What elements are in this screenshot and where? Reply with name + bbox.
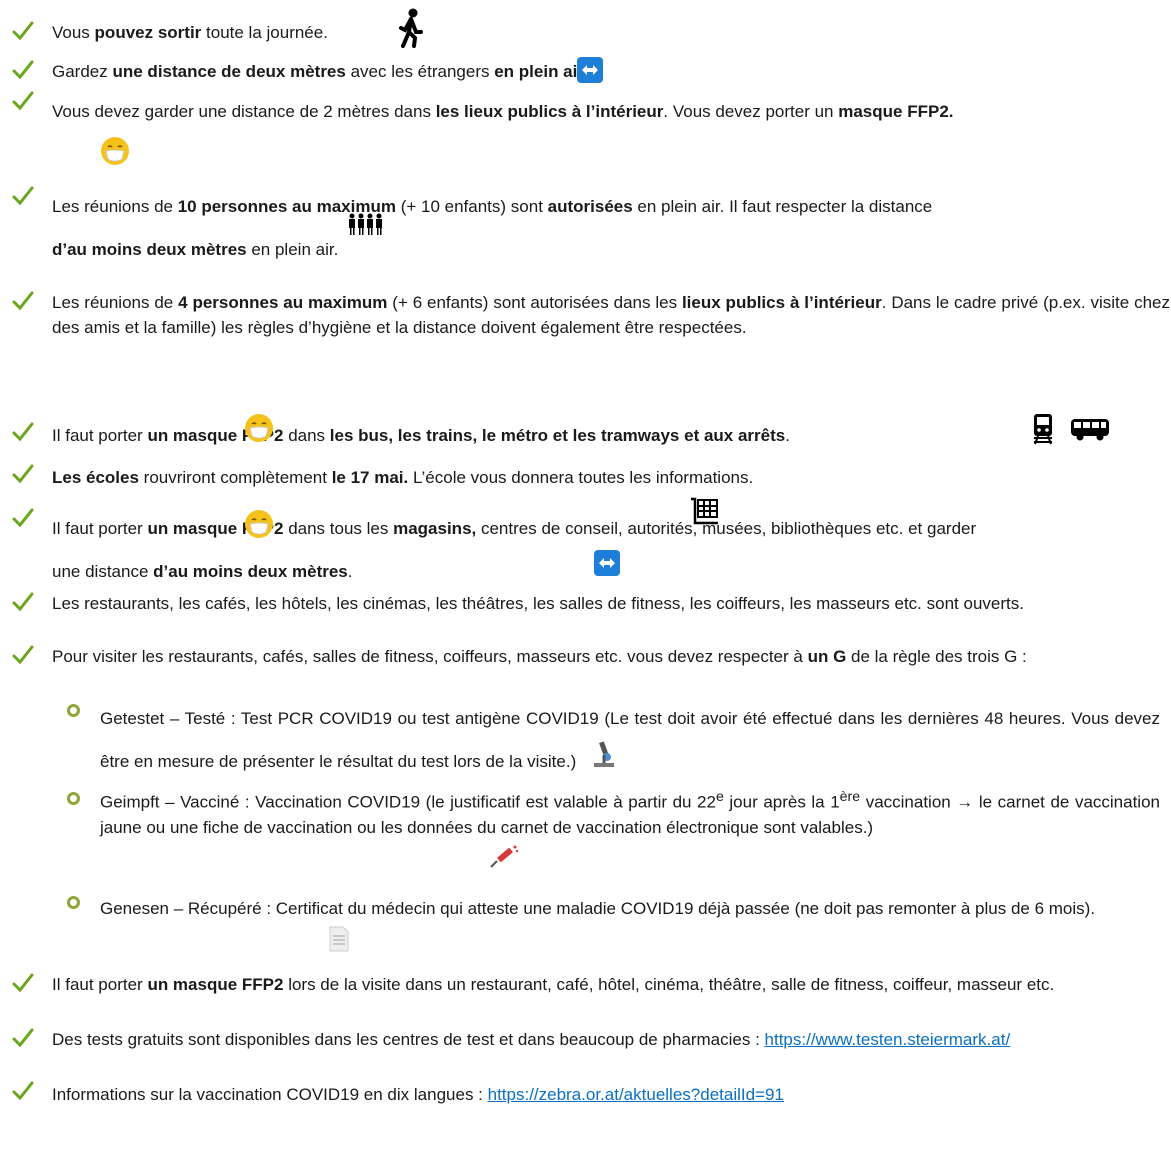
group-of-people-icon	[349, 213, 382, 235]
text-run: Informations sur la vaccination COVID19 …	[52, 1085, 488, 1104]
text-run: L’école vous donnera toutes les informat…	[408, 468, 754, 487]
text-run: dans tous les	[283, 519, 394, 538]
item-text: Genesen – Récupéré : Certificat du médec…	[100, 889, 1160, 929]
text-run: Gardez	[52, 62, 113, 81]
text-run: (+ 10 enfants) sont	[395, 197, 548, 216]
text-run: Il faut porter	[52, 519, 148, 538]
item-text: Pour visiter les restaurants, cafés, sal…	[52, 644, 1170, 669]
bold-text: les bus, les trains, le métro et les tra…	[329, 426, 786, 445]
walking-person-icon	[399, 8, 423, 48]
text-run: en plein air. Il faut respecter la dista…	[632, 197, 933, 216]
item-text: Vous devez garder une distance de 2 mètr…	[52, 90, 1171, 133]
check-icon	[12, 463, 34, 485]
bold-text: magasins,	[393, 519, 477, 538]
check-icon	[12, 20, 34, 42]
link[interactable]: https://zebra.or.at/aktuelles?detailId=9…	[488, 1085, 784, 1104]
check-icon	[12, 591, 34, 613]
text-run: Les réunions de	[52, 293, 179, 312]
item-text: Des tests gratuits sont disponibles dans…	[52, 1027, 1170, 1052]
bold-text: en plein air	[494, 62, 584, 81]
text-run: Pour visiter les restaurants, cafés, sal…	[52, 647, 808, 666]
check-icon	[12, 90, 34, 112]
circle-bullet-icon	[67, 704, 80, 717]
document-page: Vous pouvez sortir toute la journée. Gar…	[0, 0, 1171, 1155]
train-icon	[1034, 414, 1052, 445]
mask-face-icon	[100, 136, 130, 166]
bold-text: autorisées	[547, 197, 633, 216]
bold-text: une distance de deux mètres	[112, 62, 346, 81]
text-run: Genesen – Récupéré : Certificat du médec…	[100, 899, 1096, 918]
text-run: Getestet – Testé : Test PCR COVID19 ou t…	[100, 709, 1160, 771]
item-text: Les réunions de 10 personnes au maximum …	[52, 185, 952, 271]
document-icon	[329, 926, 349, 952]
bold-text: 4 personnes au maximum	[178, 293, 388, 312]
item-text: Vous pouvez sortir toute la journée.	[52, 20, 1162, 45]
superscript: e	[715, 789, 724, 805]
bold-text: un G	[807, 647, 847, 666]
check-icon	[12, 59, 34, 81]
text-run: Il faut porter	[52, 975, 148, 994]
bold-text: lieux publics à l’intérieur	[681, 293, 882, 312]
check-icon	[12, 1027, 34, 1049]
check-icon	[12, 1080, 34, 1102]
check-icon	[12, 185, 34, 207]
bold-text: les lieux publics à l’intérieur	[435, 102, 664, 121]
mask-face-icon	[244, 413, 274, 443]
item-text: Getestet – Testé : Test PCR COVID19 ou t…	[100, 697, 1160, 783]
syringe-icon	[490, 845, 519, 868]
text-run: avec les étrangers	[345, 62, 495, 81]
check-icon	[12, 507, 34, 529]
superscript: ère	[839, 789, 861, 805]
text-run: lors de la visite dans un restaurant, ca…	[283, 975, 1055, 994]
text-run: Les restaurants, les cafés, les hôtels, …	[52, 594, 1024, 613]
bold-text: le 17 mai.	[331, 468, 409, 487]
circle-bullet-icon	[67, 792, 80, 805]
text-run: rouvriront complètement	[138, 468, 332, 487]
item-text: Informations sur la vaccination COVID19 …	[52, 1082, 1162, 1107]
text-run: Vous	[52, 23, 95, 42]
bold-text: d’au moins deux mètres	[153, 562, 348, 581]
bold-text: un masque FFP2	[147, 975, 284, 994]
text-run: .	[347, 562, 353, 581]
distance-arrows-icon	[577, 57, 603, 83]
shopping-cart-icon	[691, 497, 718, 525]
check-icon	[12, 290, 34, 312]
circle-bullet-icon	[67, 896, 80, 909]
distance-arrows-icon	[594, 550, 620, 576]
bold-text: masque FFP2.	[838, 102, 954, 121]
text-run: Geimpft – Vacciné : Vaccination COVID19 …	[100, 792, 716, 812]
mask-face-icon	[244, 509, 274, 539]
item-text: Les restaurants, les cafés, les hôtels, …	[52, 591, 1170, 616]
item-text: Il faut porter un masque FFP2 dans les b…	[52, 423, 1162, 448]
item-text: Les réunions de 4 personnes au maximum (…	[52, 290, 1170, 340]
item-text: Geimpft – Vacciné : Vaccination COVID19 …	[100, 785, 1160, 840]
text-run: (+ 6 enfants) sont autorisées dans les	[387, 293, 682, 312]
text-run: .	[785, 426, 790, 445]
check-icon	[12, 644, 34, 666]
item-text: Il faut porter un masque FFP2 dans tous …	[52, 507, 1002, 593]
text-run: dans	[283, 426, 330, 445]
text-run: de la règle des trois G :	[846, 647, 1027, 666]
text-run: Les réunions de	[52, 197, 178, 216]
link[interactable]: https://www.testen.steiermark.at/	[765, 1030, 1011, 1049]
bus-icon	[1071, 419, 1109, 441]
bold-text: pouvez sortir	[94, 23, 202, 42]
text-run: en plein air.	[246, 240, 339, 259]
text-run: toute la journée.	[201, 23, 328, 42]
item-text: Il faut porter un masque FFP2 lors de la…	[52, 972, 1170, 997]
text-run: Des tests gratuits sont disponibles dans…	[52, 1030, 765, 1049]
item-text: Les écoles rouvriront complètement le 17…	[52, 465, 1162, 490]
item-text: Gardez une distance de deux mètres avec …	[52, 59, 1162, 84]
text-run: Vous devez garder une distance de 2 mètr…	[52, 102, 436, 121]
check-icon	[12, 972, 34, 994]
microscope-icon	[594, 741, 614, 767]
check-icon	[12, 421, 34, 443]
bold-text: d’au moins deux mètres	[52, 240, 247, 259]
bold-text: Les écoles	[52, 468, 139, 487]
text-run: . Vous devez porter un	[663, 102, 839, 121]
text-run: jour après la 1	[723, 792, 840, 812]
text-run: Il faut porter	[52, 426, 148, 445]
